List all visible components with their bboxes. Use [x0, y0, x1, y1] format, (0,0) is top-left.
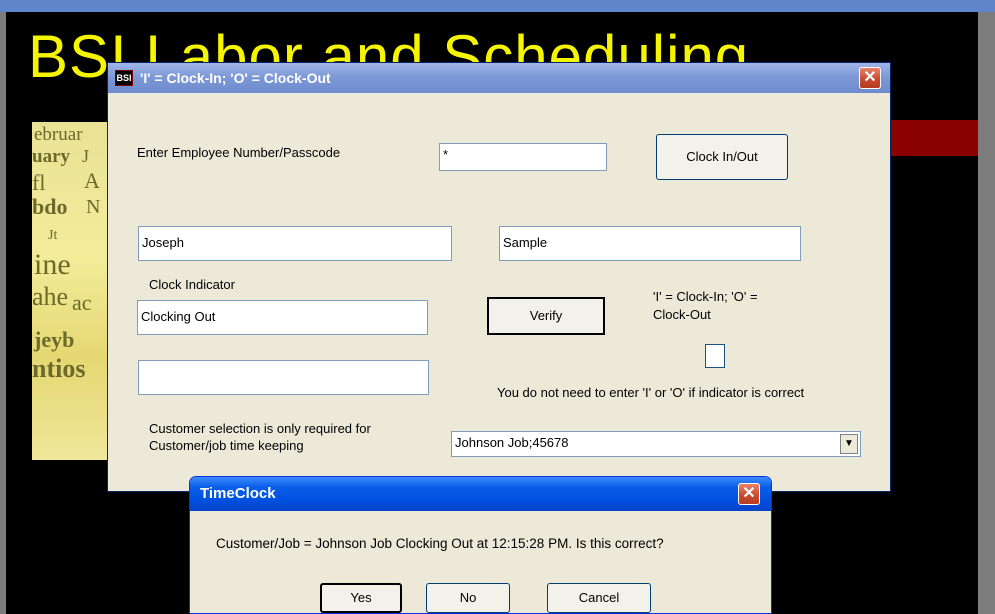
clock-indicator-field[interactable]: Clocking Out	[137, 300, 428, 335]
chevron-down-icon[interactable]: ▼	[840, 434, 858, 454]
customer-job-value: Johnson Job;45678	[455, 435, 569, 450]
background-left-border	[0, 12, 6, 614]
indicator-hint: You do not need to enter 'I' or 'O' if i…	[497, 385, 805, 400]
override-indicator-box[interactable]	[705, 344, 725, 368]
timeclock-titlebar: TimeClock ✕	[190, 477, 771, 511]
timeclock-title: TimeClock	[200, 485, 276, 502]
verify-button[interactable]: Verify	[487, 297, 605, 335]
clock-in-out-dialog: BSI 'I' = Clock-In; 'O' = Clock-Out ✕ En…	[107, 62, 891, 492]
clock-in-out-button[interactable]: Clock In/Out	[656, 134, 788, 180]
close-icon[interactable]: ✕	[738, 483, 760, 505]
customer-label-line-2: Customer/job time keeping	[149, 438, 304, 453]
yes-button[interactable]: Yes	[320, 583, 402, 613]
confirmation-message: Customer/Job = Johnson Job Clocking Out …	[216, 536, 664, 551]
clock-indicator-label: Clock Indicator	[149, 277, 235, 292]
background-right-border	[978, 12, 995, 614]
override-indicator-field[interactable]	[138, 360, 429, 395]
cancel-button[interactable]: Cancel	[547, 583, 651, 613]
background-panel	[912, 12, 978, 614]
app-icon: BSI	[115, 70, 133, 86]
close-icon[interactable]: ✕	[859, 67, 881, 89]
first-name-field[interactable]: Joseph	[138, 226, 452, 261]
no-button[interactable]: No	[426, 583, 510, 613]
dialog-title: 'I' = Clock-In; 'O' = Clock-Out	[140, 70, 331, 86]
employee-label: Enter Employee Number/Passcode	[137, 145, 341, 160]
calendar-image: ebruar uary J fl A bdo N Jt ine ahe ac j…	[32, 122, 110, 460]
customer-job-select[interactable]: Johnson Job;45678 ▼	[451, 431, 861, 457]
customer-label-line-1: Customer selection is only required for	[149, 421, 371, 436]
legend-line-2: Clock-Out	[653, 307, 711, 322]
background-top-bar	[0, 0, 995, 12]
employee-passcode-input[interactable]: *	[439, 143, 607, 171]
last-name-field[interactable]: Sample	[499, 226, 801, 261]
legend-line-1: 'I' = Clock-In; 'O' =	[653, 289, 758, 304]
timeclock-confirm-dialog: TimeClock ✕ Customer/Job = Johnson Job C…	[189, 476, 772, 614]
dialog-titlebar: BSI 'I' = Clock-In; 'O' = Clock-Out ✕	[108, 63, 890, 93]
background-red-bar	[880, 120, 978, 156]
